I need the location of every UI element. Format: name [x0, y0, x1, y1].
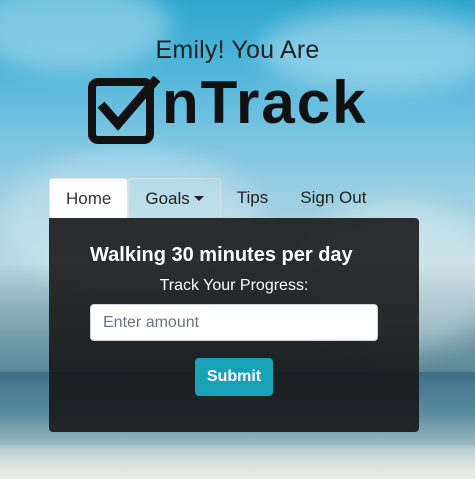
nav-tabs: Home Goals Tips Sign Out: [49, 178, 382, 218]
logo-text: nTrack: [162, 69, 368, 136]
submit-button[interactable]: Submit: [195, 358, 273, 396]
goal-title: Walking 30 minutes per day: [90, 244, 353, 266]
ontrack-logo: nTrack: [88, 69, 388, 148]
checkbox-check-icon: [88, 76, 160, 144]
caret-down-icon: [193, 196, 204, 201]
tab-tips-label: Tips: [236, 188, 269, 207]
tab-home-label: Home: [66, 189, 112, 208]
tab-sign-out-label: Sign Out: [300, 188, 367, 207]
goal-panel: Walking 30 minutes per day Track Your Pr…: [49, 218, 419, 432]
progress-label: Track Your Progress:: [159, 277, 309, 294]
tab-sign-out[interactable]: Sign Out: [284, 178, 382, 218]
tab-tips[interactable]: Tips: [221, 178, 285, 218]
amount-input[interactable]: [90, 304, 378, 341]
tab-home[interactable]: Home: [49, 178, 129, 218]
tab-goals-label: Goals: [145, 189, 190, 208]
greeting-heading: Emily! You Are: [155, 36, 320, 64]
shore-foam: [0, 445, 475, 479]
tab-goals-dropdown[interactable]: Goals: [128, 178, 221, 218]
